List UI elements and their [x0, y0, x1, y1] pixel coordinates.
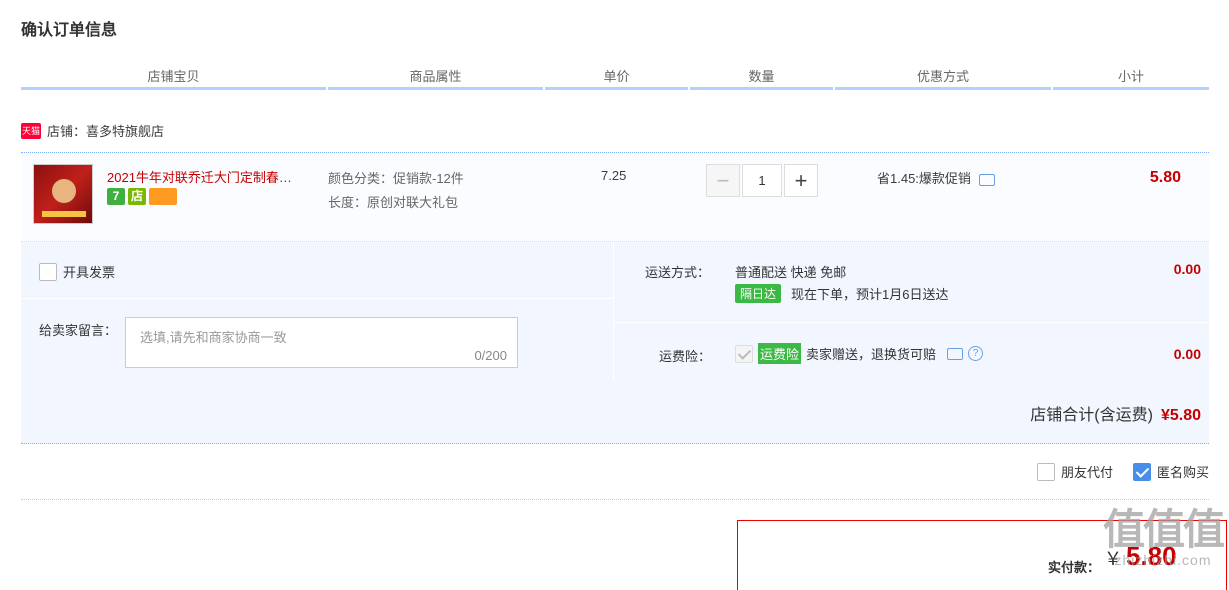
divider: [613, 242, 614, 380]
friend-pay-label: 朋友代付: [1060, 465, 1113, 480]
insurance-label: 运费险：: [659, 349, 712, 364]
order-item-row: 2021牛年对联乔迁大门定制春… 7 店 颜色分类：促销款-12件 长度：原创对…: [21, 152, 1209, 242]
help-icon[interactable]: ?: [968, 346, 984, 361]
insurance-desc: 卖家赠送，退换货可赔: [806, 347, 937, 362]
tmall-icon: 天猫: [21, 122, 41, 139]
decrease-quantity-button[interactable]: −: [706, 164, 740, 197]
credit-card-icon[interactable]: [149, 188, 177, 205]
unit-price: 7.25: [601, 168, 627, 183]
memo-char-count: 0/200: [474, 348, 507, 363]
memo-placeholder: 选填,请先和商家协商一致: [140, 330, 287, 345]
friend-pay-option[interactable]: 朋友代付: [1036, 462, 1113, 481]
anonymous-option[interactable]: 匿名购买: [1132, 462, 1209, 481]
shipping-eta: 现在下单，预计1月6日送达: [791, 287, 949, 302]
attr-length: 长度：原创对联大礼包: [328, 195, 459, 210]
shipping-fee: 0.00: [1173, 261, 1201, 277]
product-title-link[interactable]: 2021牛年对联乔迁大门定制春…: [107, 167, 317, 186]
invoice-label: 开具发票: [63, 265, 116, 280]
divider: [21, 499, 1209, 500]
insurance-checkbox: [735, 344, 753, 363]
shipping-eta-line: 隔日达 现在下单，预计1月6日送达: [735, 284, 948, 303]
header-quantity: 数量: [690, 62, 833, 90]
memo-label: 给卖家留言：: [39, 323, 118, 338]
header-attributes: 商品属性: [328, 62, 543, 90]
increase-quantity-button[interactable]: +: [784, 164, 818, 197]
invoice-option[interactable]: 开具发票: [39, 262, 115, 281]
attr-color: 颜色分类：促销款-12件: [328, 171, 464, 186]
header-shop-item: 店铺宝贝: [21, 62, 326, 90]
header-subtotal: 小计: [1053, 62, 1209, 90]
promotion: 省1.45:爆款促销: [877, 168, 995, 187]
insurance-badge: 运费险: [758, 343, 802, 364]
page-title: 确认订单信息: [21, 22, 118, 39]
store-service-icon[interactable]: 店: [128, 188, 146, 205]
seven-day-return-icon[interactable]: 7: [107, 188, 125, 205]
shop-total-value: ¥5.80: [1160, 407, 1201, 424]
quantity-input[interactable]: 1: [742, 164, 782, 197]
quantity-stepper: − 1 +: [706, 164, 818, 197]
insurance-fee: 0.00: [1173, 346, 1201, 362]
header-unit-price: 单价: [545, 62, 688, 90]
table-header: 店铺宝贝 商品属性 单价 数量 优惠方式 小计: [21, 62, 1209, 90]
service-icons: 7 店: [107, 188, 177, 205]
invoice-checkbox[interactable]: [39, 262, 57, 281]
shop-total-label: 店铺合计(含运费): [1030, 407, 1153, 424]
site-watermark: 值值值 zhizhizhi.com: [1102, 506, 1225, 569]
divider: [614, 322, 1209, 323]
payment-options: 朋友代付 匿名购买: [1036, 462, 1209, 481]
item-subtotal: 5.80: [1149, 169, 1181, 186]
next-day-badge: 隔日达: [735, 284, 782, 303]
memo-textarea[interactable]: 选填,请先和商家协商一致 0/200: [125, 317, 518, 368]
anonymous-label: 匿名购买: [1156, 465, 1209, 480]
order-extras: 开具发票 给卖家留言： 选填,请先和商家协商一致 0/200 运送方式： 普通配…: [21, 242, 1209, 444]
shipping-label: 运送方式：: [645, 265, 711, 280]
divider: [21, 298, 613, 299]
friend-pay-checkbox[interactable]: [1036, 462, 1055, 481]
promotion-text: 省1.45:爆款促销: [877, 171, 971, 186]
watermark-url: zhizhizhi.com: [1114, 552, 1212, 568]
header-discount: 优惠方式: [835, 62, 1051, 90]
product-thumbnail[interactable]: [33, 164, 93, 224]
insurance-line: 运费险 卖家赠送，退换货可赔 ?: [735, 343, 984, 364]
payment-label: 实付款：: [1048, 560, 1101, 575]
shop-name[interactable]: 店铺：喜多特旗舰店: [47, 121, 164, 140]
shop-line: 天猫 店铺：喜多特旗舰店: [21, 121, 164, 140]
comment-icon[interactable]: [978, 173, 995, 186]
shipping-method: 普通配送 快递 免邮: [735, 265, 847, 280]
watermark-logo: 值值值: [1102, 506, 1225, 553]
comment-icon[interactable]: [947, 347, 964, 360]
anonymous-checkbox[interactable]: [1132, 462, 1151, 481]
shop-total: 店铺合计(含运费) ¥5.80: [1030, 401, 1201, 425]
